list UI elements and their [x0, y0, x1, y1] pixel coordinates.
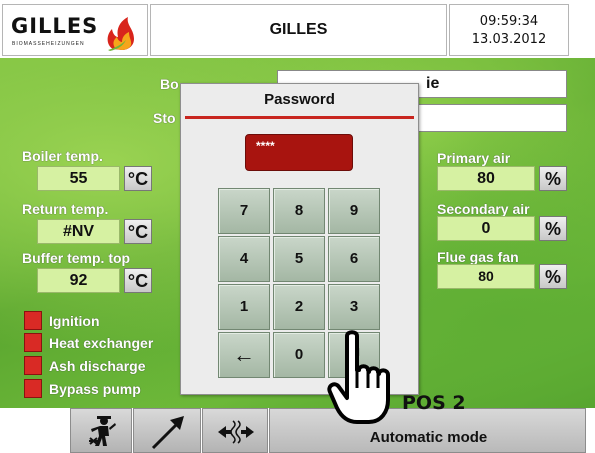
operating-mode-label: Automatic mode	[369, 429, 488, 446]
primary-air-value: 80	[437, 166, 535, 191]
bottom-bar: Automatic mode	[0, 408, 595, 453]
title-panel: GILLES	[150, 4, 447, 56]
boiler-state-label: Bo	[160, 76, 179, 92]
dialog-divider	[185, 116, 414, 119]
key-5[interactable]: 5	[273, 236, 325, 282]
flow-button[interactable]	[202, 408, 268, 453]
percent-unit-icon: %	[539, 264, 567, 289]
logo-text: GILLES	[11, 14, 99, 38]
secondary-air-label: Secondary air	[437, 201, 530, 217]
secondary-air-value: 0	[437, 216, 535, 241]
boiler-state-value: ie	[426, 75, 440, 92]
logo-subtitle: BIOMASSEHEIZUNGEN	[12, 41, 85, 47]
bypass-pump-indicator	[24, 379, 42, 398]
flame-icon	[107, 17, 134, 51]
backspace-key[interactable]: ←	[218, 332, 270, 378]
clock-panel: 09:59:34 13.03.2012	[449, 4, 569, 56]
heat-exchanger-label: Heat exchanger	[49, 335, 154, 351]
primary-air-label: Primary air	[437, 150, 511, 166]
return-temp-label: Return temp.	[22, 201, 109, 217]
flue-gas-fan-label: Flue gas fan	[437, 249, 519, 265]
return-temp-value: #NV	[37, 219, 120, 244]
key-9[interactable]: 9	[328, 188, 380, 234]
key-0[interactable]: 0	[273, 332, 325, 378]
bypass-pump-label: Bypass pump	[49, 381, 141, 397]
key-8[interactable]: 8	[273, 188, 325, 234]
celsius-unit-icon: °C	[124, 268, 152, 293]
flue-gas-fan-value: 80	[437, 264, 535, 289]
operating-mode-panel[interactable]: Automatic mode	[269, 408, 586, 453]
ignition-label: Ignition	[49, 313, 100, 329]
manual-mode-button[interactable]	[133, 408, 201, 453]
ash-discharge-indicator	[24, 356, 42, 375]
dialog-title: Password	[264, 91, 335, 108]
hand-cursor-icon	[327, 330, 390, 424]
buffer-temp-label: Buffer temp. top	[22, 250, 131, 266]
key-3[interactable]: 3	[328, 284, 380, 330]
percent-unit-icon: %	[539, 216, 567, 241]
key-1[interactable]: 1	[218, 284, 270, 330]
boiler-temp-value: 55	[37, 166, 120, 191]
celsius-unit-icon: °C	[124, 219, 152, 244]
key-6[interactable]: 6	[328, 236, 380, 282]
celsius-unit-icon: °C	[124, 166, 152, 191]
percent-unit-icon: %	[539, 166, 567, 191]
ash-discharge-label: Ash discharge	[49, 358, 146, 374]
key-4[interactable]: 4	[218, 236, 270, 282]
header-bar: GILLES BIOMASSEHEIZUNGEN GILLES 09:59:34…	[0, 0, 595, 58]
buffer-temp-value: 92	[37, 268, 120, 293]
logo: GILLES BIOMASSEHEIZUNGEN	[2, 4, 148, 56]
key-7[interactable]: 7	[218, 188, 270, 234]
key-2[interactable]: 2	[273, 284, 325, 330]
ignition-indicator	[24, 311, 42, 330]
clock-time: 09:59:34	[479, 14, 539, 29]
status-label: Sto	[153, 110, 176, 126]
heat-exchanger-indicator	[24, 333, 42, 352]
arrow-up-right-icon	[151, 416, 184, 450]
password-input[interactable]: ****	[245, 134, 353, 171]
flow-arrows-icon	[218, 420, 254, 444]
chimney-sweep-button[interactable]	[70, 408, 132, 453]
page-title: GILLES	[269, 21, 328, 38]
clock-date: 13.03.2012	[471, 32, 547, 47]
chimney-sweep-icon	[89, 416, 116, 446]
position-label: POS 2	[402, 392, 466, 414]
boiler-temp-label: Boiler temp.	[22, 148, 103, 164]
